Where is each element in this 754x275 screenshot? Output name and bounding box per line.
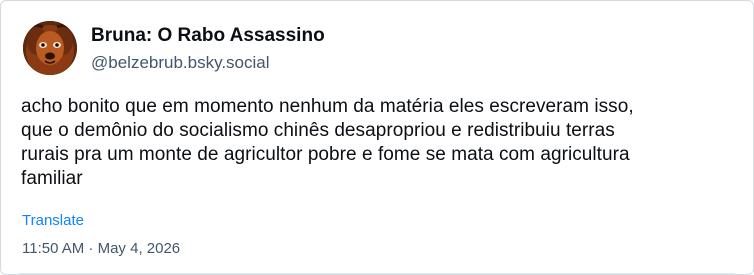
post-text-line: familiar (21, 168, 83, 189)
author-names: Bruna: O Rabo Assassino @belzebrub.bsky.… (91, 22, 325, 74)
author-handle[interactable]: @belzebrub.bsky.social (91, 52, 325, 74)
author-display-name[interactable]: Bruna: O Rabo Assassino (91, 24, 325, 48)
avatar[interactable] (23, 21, 77, 75)
post-timestamp[interactable]: 11:50 AM · May 4, 2026 (22, 239, 180, 259)
post-text-line: acho bonito que em momento nenhum da mat… (21, 96, 634, 117)
post-text-line: rurais pra um monte de agricultor pobre … (21, 144, 630, 165)
avatar-image (23, 21, 77, 75)
translate-link[interactable]: Translate (22, 211, 84, 231)
post-text-line: que o demônio do socialismo chinês desap… (21, 120, 615, 141)
divider (19, 273, 735, 274)
post-header: Bruna: O Rabo Assassino @belzebrub.bsky.… (23, 21, 325, 75)
post-card: Bruna: O Rabo Assassino @belzebrub.bsky.… (0, 0, 754, 275)
post-body: acho bonito que em momento nenhum da mat… (21, 95, 741, 191)
